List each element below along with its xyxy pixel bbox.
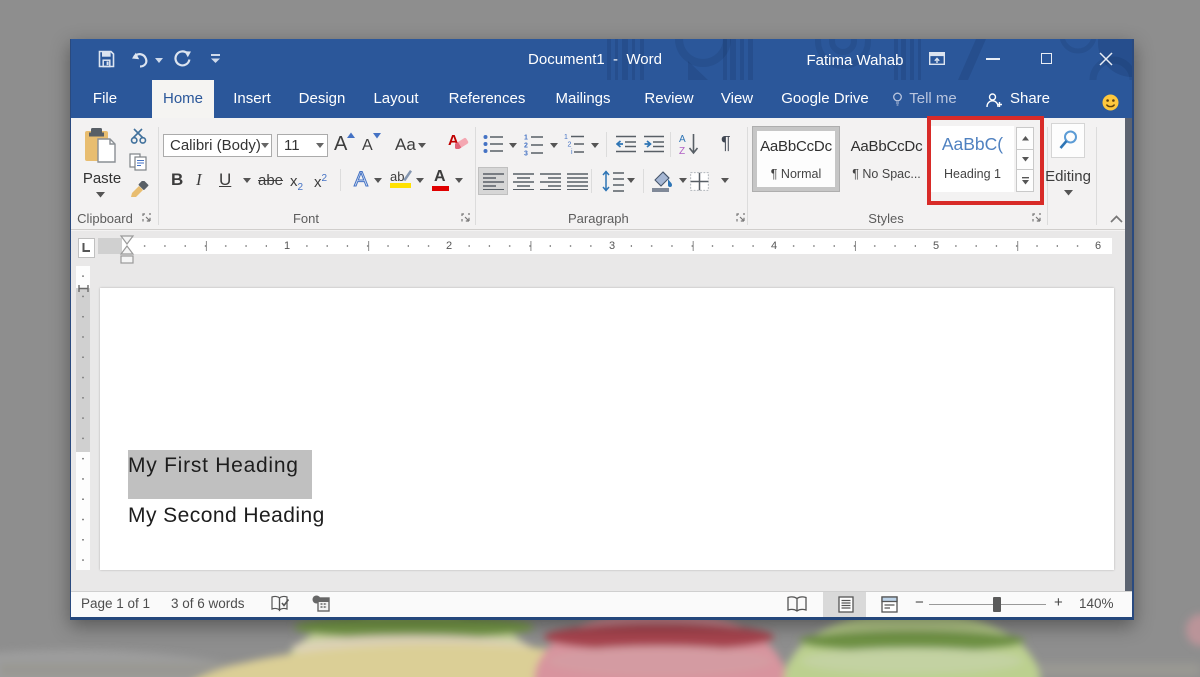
svg-text:A: A [354,168,368,190]
svg-text:2: 2 [568,142,572,149]
svg-text:3: 3 [524,151,528,157]
svg-text:A: A [679,134,686,145]
svg-text:1: 1 [564,134,568,141]
svg-text:1: 1 [524,135,528,142]
svg-text:ab: ab [390,169,404,184]
svg-text:Z: Z [679,146,685,157]
svg-text:2: 2 [524,143,528,150]
svg-text:i: i [571,149,573,156]
